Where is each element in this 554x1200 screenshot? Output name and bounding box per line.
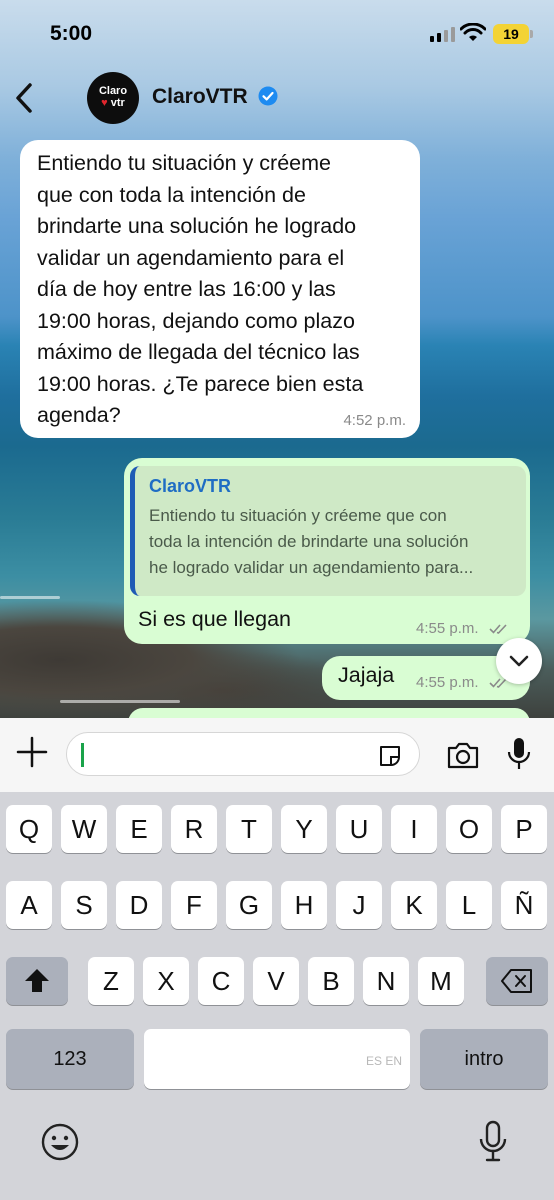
key-f[interactable]: F [171, 881, 217, 929]
cellular-signal-icon [430, 26, 455, 42]
key-i[interactable]: I [391, 805, 437, 853]
read-ticks-icon [489, 624, 507, 634]
quote-text: Entiendo tu situación y créeme que con t… [149, 506, 474, 577]
message-text: Si es que llegan [138, 607, 291, 631]
key-g[interactable]: G [226, 881, 272, 929]
key-b[interactable]: B [308, 957, 354, 1005]
key-k[interactable]: K [391, 881, 437, 929]
key-v[interactable]: V [253, 957, 299, 1005]
back-icon[interactable] [10, 80, 40, 116]
chat-header: Claro ♥ vtr ClaroVTR [0, 70, 554, 130]
key-l[interactable]: L [446, 881, 492, 929]
key-n[interactable]: N [363, 957, 409, 1005]
dictation-icon[interactable] [478, 1120, 508, 1164]
key-w[interactable]: W [61, 805, 107, 853]
key-e[interactable]: E [116, 805, 162, 853]
keyboard: Q W E R T Y U I O P A S D F G H J K L Ñ … [0, 792, 554, 1200]
key-n-tilde[interactable]: Ñ [501, 881, 547, 929]
key-h[interactable]: H [281, 881, 327, 929]
key-t[interactable]: T [226, 805, 272, 853]
camera-icon[interactable] [446, 740, 480, 770]
status-time: 5:00 [50, 22, 93, 45]
space-key[interactable]: ES EN [144, 1029, 410, 1089]
return-key[interactable]: intro [420, 1029, 548, 1089]
quoted-message[interactable]: ClaroVTR Entiendo tu situación y créeme … [130, 466, 526, 596]
key-x[interactable]: X [143, 957, 189, 1005]
message-text: Entiendo tu situación y créeme que con t… [37, 151, 364, 427]
heart-icon: ♥ [101, 97, 108, 109]
avatar-brand-top: Claro [98, 85, 128, 97]
sticker-icon[interactable] [377, 743, 403, 769]
status-bar: 5:00 19 [0, 0, 554, 70]
delete-icon [501, 969, 532, 993]
key-s[interactable]: S [61, 881, 107, 929]
plus-icon[interactable] [16, 736, 48, 768]
text-caret [81, 743, 84, 767]
key-y[interactable]: Y [281, 805, 327, 853]
quote-author: ClaroVTR [149, 476, 232, 496]
verified-icon [258, 86, 278, 106]
key-z[interactable]: Z [88, 957, 134, 1005]
key-m[interactable]: M [418, 957, 464, 1005]
scroll-to-bottom-button[interactable] [496, 638, 542, 684]
shift-icon [25, 969, 49, 992]
key-c[interactable]: C [198, 957, 244, 1005]
message-text: Jajaja [338, 663, 395, 687]
message-input[interactable] [66, 732, 420, 776]
key-a[interactable]: A [6, 881, 52, 929]
message-time: 4:55 p.m. [416, 674, 509, 691]
message-incoming[interactable]: Entiendo tu situación y créeme que con t… [20, 140, 420, 438]
message-time: 4:55 p.m. [416, 620, 509, 637]
key-r[interactable]: R [171, 805, 217, 853]
avatar[interactable]: Claro ♥ vtr [87, 72, 139, 124]
composer-bar [0, 718, 554, 792]
mic-icon[interactable] [506, 736, 532, 772]
key-p[interactable]: P [501, 805, 547, 853]
key-d[interactable]: D [116, 881, 162, 929]
chevron-down-icon [509, 655, 529, 667]
key-q[interactable]: Q [6, 805, 52, 853]
key-o[interactable]: O [446, 805, 492, 853]
message-time: 4:52 p.m. [343, 412, 406, 429]
emoji-icon[interactable] [40, 1122, 80, 1162]
wifi-icon [460, 23, 486, 41]
key-u[interactable]: U [336, 805, 382, 853]
avatar-brand-bottom: vtr [110, 97, 125, 109]
contact-name[interactable]: ClaroVTR [152, 85, 248, 109]
battery-indicator: 19 [493, 24, 533, 44]
delete-key[interactable] [486, 957, 548, 1005]
key-j[interactable]: J [336, 881, 382, 929]
shift-key[interactable] [6, 957, 68, 1005]
language-hint: ES EN [365, 1054, 402, 1068]
numbers-key[interactable]: 123 [6, 1029, 134, 1089]
message-outgoing-reply[interactable]: ClaroVTR Entiendo tu situación y créeme … [124, 458, 530, 644]
